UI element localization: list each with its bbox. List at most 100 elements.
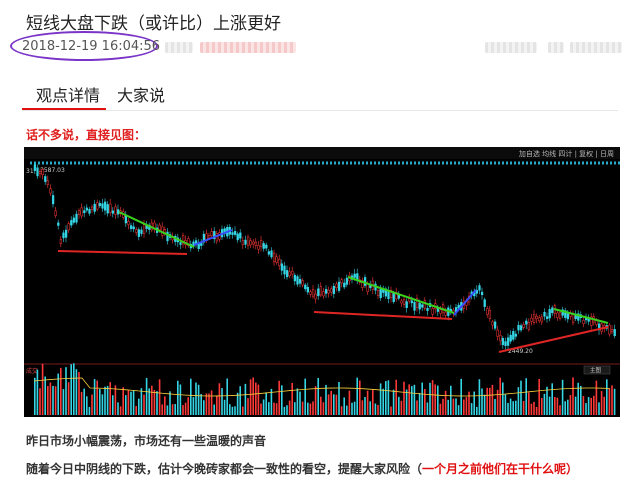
volume-bar bbox=[49, 382, 52, 415]
candle-body bbox=[90, 206, 94, 210]
candle-body bbox=[480, 291, 484, 296]
candle-body bbox=[486, 308, 489, 315]
volume-bar bbox=[145, 378, 148, 415]
volume-bar bbox=[99, 388, 101, 415]
candle-body bbox=[262, 243, 265, 249]
volume-bar bbox=[608, 388, 611, 415]
volume-bar bbox=[418, 393, 421, 415]
volume-bar bbox=[517, 387, 520, 415]
candle-body bbox=[309, 291, 312, 295]
volume-bar bbox=[140, 388, 143, 415]
volume-bar bbox=[210, 390, 213, 415]
volume-bar bbox=[569, 395, 572, 415]
candle-body bbox=[556, 312, 559, 318]
volume-bar bbox=[138, 398, 140, 415]
candle-body bbox=[499, 334, 502, 342]
candle-body bbox=[85, 207, 89, 211]
candle-body bbox=[330, 288, 333, 293]
candle-body bbox=[512, 331, 515, 340]
volume-bar bbox=[364, 397, 366, 415]
volume-bar bbox=[613, 388, 616, 415]
candle-body bbox=[379, 289, 382, 299]
volume-bar bbox=[104, 386, 106, 415]
candle-body bbox=[345, 277, 349, 285]
candle-body bbox=[608, 324, 611, 335]
candle-body bbox=[522, 324, 525, 328]
volume-bar bbox=[403, 381, 405, 415]
candle-body bbox=[236, 233, 239, 241]
volume-bar bbox=[356, 377, 358, 415]
volume-bar bbox=[587, 397, 590, 415]
candle-body bbox=[257, 244, 260, 250]
volume-bar bbox=[187, 397, 189, 415]
volume-bar bbox=[80, 391, 83, 415]
candle-body bbox=[88, 209, 91, 214]
candle-body bbox=[501, 338, 505, 346]
candle-body bbox=[140, 229, 143, 234]
candle-body bbox=[241, 240, 245, 246]
candle-body bbox=[64, 229, 68, 238]
candle-body bbox=[405, 301, 408, 308]
volume-bar bbox=[590, 397, 592, 415]
candle-body bbox=[116, 209, 120, 215]
volume-bar bbox=[161, 404, 163, 415]
volume-bar bbox=[447, 399, 449, 415]
candle-body bbox=[532, 314, 536, 323]
candle-body bbox=[106, 204, 109, 214]
candle-body bbox=[246, 236, 250, 246]
candle-body bbox=[535, 316, 538, 319]
volume-bar bbox=[543, 393, 546, 415]
volume-bar bbox=[559, 405, 561, 415]
candle-body bbox=[392, 292, 395, 302]
volume-bar bbox=[221, 388, 223, 415]
volume-bar bbox=[577, 382, 579, 415]
volume-bar bbox=[567, 399, 569, 415]
volume-bar bbox=[535, 406, 538, 415]
volume-bar bbox=[125, 395, 127, 415]
candle-body bbox=[62, 232, 65, 239]
candle-body bbox=[353, 273, 356, 278]
volume-bar bbox=[239, 386, 241, 415]
candle-body bbox=[244, 239, 247, 245]
volume-bar bbox=[119, 406, 122, 415]
volume-bar bbox=[346, 405, 348, 415]
paragraph-2: 随着今日中阴线的下跌，估计今晚砖家都会一致性的看空，提醒大家风险（一个月之前他们… bbox=[26, 460, 578, 477]
tab-everyone-says[interactable]: 大家说 bbox=[117, 82, 165, 106]
paragraph-2-highlight: 一个月之前他们在干什么呢 bbox=[422, 462, 567, 476]
candle-body bbox=[504, 341, 507, 346]
candle-body bbox=[483, 299, 486, 307]
candle-body bbox=[506, 337, 510, 346]
volume-bar bbox=[135, 406, 137, 415]
candle-body bbox=[270, 250, 273, 258]
volume-bar bbox=[184, 402, 187, 415]
volume-bar bbox=[314, 386, 317, 415]
candle-body bbox=[408, 298, 411, 302]
candle-body bbox=[259, 239, 263, 247]
volume-bar bbox=[96, 380, 98, 415]
volume-bar bbox=[338, 382, 340, 415]
volume-bar bbox=[164, 396, 166, 415]
volume-bar bbox=[288, 400, 291, 415]
candle-body bbox=[249, 240, 252, 246]
candle-body bbox=[49, 188, 52, 194]
candle-body bbox=[77, 210, 81, 215]
volume-bar bbox=[385, 381, 387, 415]
volume-bar bbox=[234, 406, 236, 415]
candle-body bbox=[137, 229, 141, 237]
volume-bar bbox=[574, 396, 577, 415]
candle-body bbox=[111, 210, 115, 214]
candle-body bbox=[54, 210, 57, 216]
volume-bar bbox=[611, 385, 613, 415]
candle-body bbox=[231, 232, 234, 235]
volume-bar bbox=[522, 400, 525, 415]
publish-date: 2018-12-19 16:04:56 bbox=[22, 39, 161, 54]
tab-viewpoint-details[interactable]: 观点详情 bbox=[36, 82, 100, 106]
candle-body bbox=[306, 286, 310, 293]
volume-bar bbox=[595, 380, 598, 415]
candle-body bbox=[363, 277, 367, 286]
candle-body bbox=[340, 279, 343, 284]
volume-bar bbox=[190, 378, 192, 415]
candle-body bbox=[558, 312, 562, 319]
volume-bar bbox=[262, 399, 265, 415]
volume-bar bbox=[143, 394, 145, 415]
